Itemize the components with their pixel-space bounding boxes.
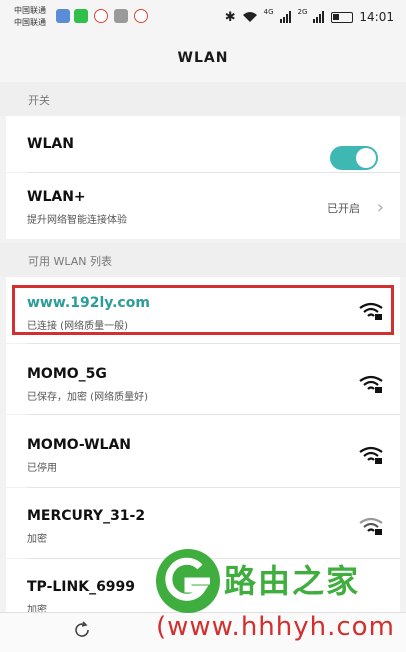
bluetooth-icon: ✱ — [224, 9, 236, 25]
network-type-label: 2G — [297, 8, 308, 16]
toggle-knob — [356, 148, 376, 168]
status-icons: ✱ 4G 2G 14:01 — [225, 8, 394, 26]
carrier-label: 中国联通 — [14, 18, 46, 27]
section-label: 开关 — [28, 94, 50, 107]
network-status: 已停用 — [27, 463, 57, 474]
status-bar: 中国联通 中国联通 ✱ 4G 2G 14:01 — [0, 0, 406, 36]
clock: 14:01 — [359, 10, 394, 24]
network-item[interactable]: MOMO-WLAN 已停用 — [6, 415, 400, 487]
network-status: 加密 — [27, 534, 47, 545]
network-ssid: MERCURY_31-2 — [27, 508, 146, 524]
weibo-icon — [134, 9, 148, 23]
watermark-logo — [156, 549, 220, 613]
section-label: 可用 WLAN 列表 — [28, 255, 113, 268]
carrier-label: 中国联通 — [14, 6, 46, 15]
signal-icon — [279, 11, 291, 23]
refresh-icon[interactable] — [72, 620, 92, 640]
gallery-icon — [114, 9, 128, 23]
wifi-lock-icon — [359, 517, 383, 535]
wlan-plus-subtitle: 提升网络智能连接体验 — [27, 215, 127, 226]
wifi-lock-icon — [359, 375, 383, 393]
network-item[interactable]: MERCURY_31-2 加密 — [6, 488, 400, 558]
wlan-plus-title: WLAN+ — [27, 189, 86, 205]
wechat-icon — [74, 9, 88, 23]
wlan-label: WLAN — [27, 136, 74, 152]
network-status: 已保存，加密 (网络质量好) — [27, 392, 148, 403]
notification-icon — [56, 9, 70, 23]
network-ssid: MOMO-WLAN — [27, 437, 132, 453]
chevron-right-icon: › — [376, 197, 384, 218]
signal-icon — [313, 11, 325, 23]
wlan-toggle-switch[interactable] — [330, 146, 378, 170]
section-header-switch: 开关 — [0, 82, 406, 116]
title-bar: WLAN — [0, 36, 406, 82]
page-title: WLAN — [177, 50, 229, 66]
watermark-url: (www.hhhyh.com — [156, 612, 395, 642]
network-item[interactable]: MOMO_5G 已保存，加密 (网络质量好) — [6, 344, 400, 414]
logo-icon — [165, 557, 210, 601]
weibo-icon — [94, 9, 108, 23]
network-ssid: MOMO_5G — [27, 366, 107, 382]
wifi-icon — [242, 12, 257, 22]
watermark-brand: 路由之家 — [224, 562, 361, 600]
section-header-networks: 可用 WLAN 列表 — [0, 243, 406, 277]
network-type-label: 4G — [263, 8, 274, 16]
battery-icon — [331, 11, 354, 23]
highlight-box — [12, 285, 394, 335]
wlan-plus-status: 已开启 — [327, 202, 360, 215]
network-ssid: TP-LINK_6999 — [27, 579, 136, 595]
wifi-lock-icon — [359, 446, 383, 464]
